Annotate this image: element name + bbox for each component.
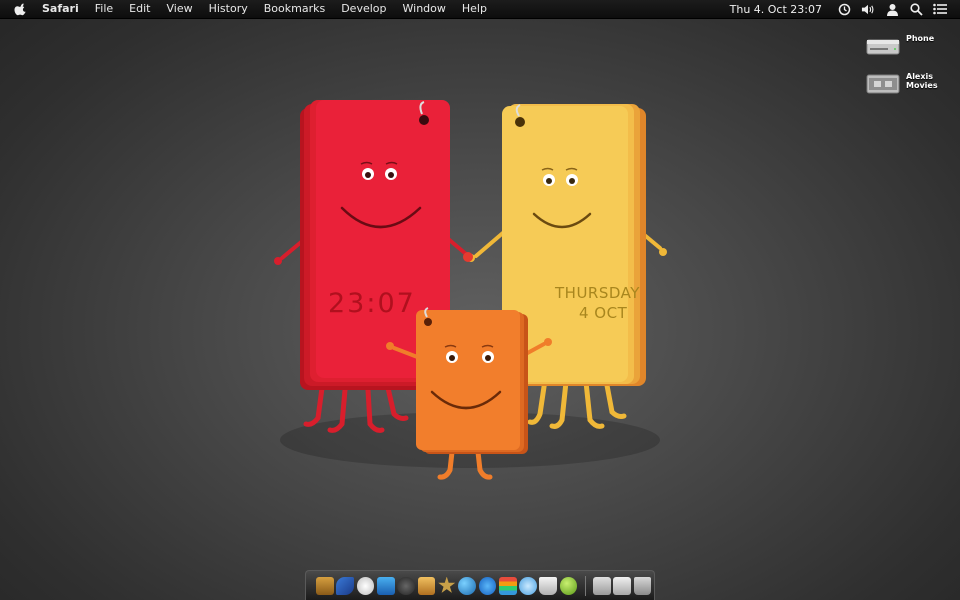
star-icon[interactable] — [438, 576, 456, 593]
menu-file[interactable]: File — [87, 0, 121, 18]
documents-stack-icon[interactable] — [593, 576, 611, 595]
wallpaper: 23:07 THURSDAY 4 OCT — [274, 100, 667, 480]
app-store-icon[interactable] — [478, 576, 497, 595]
desktop-icon-label: Phone — [906, 34, 935, 43]
menu-bar: Safari File Edit View History Bookmarks … — [0, 0, 960, 19]
downloads-stack-icon[interactable] — [613, 576, 632, 595]
menu-develop[interactable]: Develop — [333, 0, 394, 18]
volume-icon[interactable] — [861, 2, 875, 16]
menubar-clock[interactable]: Thu 4. Oct 23:07 — [730, 3, 822, 16]
photo-booth-icon[interactable] — [316, 576, 334, 595]
coffee-cup-icon[interactable] — [539, 576, 558, 595]
messages-icon[interactable] — [519, 576, 537, 595]
mail-stamp-icon[interactable] — [417, 576, 436, 595]
wallpaper-day: THURSDAY — [554, 284, 640, 302]
menu-app-name[interactable]: Safari — [38, 0, 87, 18]
apple-store-icon[interactable] — [498, 576, 517, 595]
user-icon[interactable] — [885, 2, 899, 16]
menu-window[interactable]: Window — [395, 0, 454, 18]
hard-drive-icon — [866, 39, 900, 55]
safari-compass-icon[interactable] — [356, 576, 375, 595]
notification-list-icon[interactable] — [933, 2, 947, 16]
external-drive-icon — [866, 74, 900, 94]
green-ball-icon[interactable] — [559, 576, 578, 595]
globe-icon[interactable] — [458, 576, 476, 595]
held-hands — [463, 252, 473, 262]
menu-edit[interactable]: Edit — [121, 0, 158, 18]
wallpaper-date: 4 OCT — [579, 304, 628, 322]
dock-separator — [585, 575, 587, 596]
menu-history[interactable]: History — [201, 0, 256, 18]
spotlight-search-icon[interactable] — [909, 2, 923, 16]
wallpaper-time: 23:07 — [328, 288, 416, 319]
desktop-icon-phone[interactable]: Phone — [866, 34, 960, 56]
menu-help[interactable]: Help — [454, 0, 495, 18]
menu-bookmarks[interactable]: Bookmarks — [256, 0, 333, 18]
desktop-icon-alexis-movies[interactable]: Alexis Movies — [866, 72, 960, 94]
dock — [305, 570, 655, 600]
itunes-icon[interactable] — [376, 576, 395, 595]
feather-icon[interactable] — [336, 576, 355, 595]
trash-icon[interactable] — [633, 576, 652, 595]
time-machine-icon[interactable] — [837, 2, 851, 16]
camera-icon[interactable] — [397, 576, 415, 595]
desktop-icon-label: Alexis Movies — [906, 72, 938, 90]
apple-logo-icon[interactable] — [14, 2, 28, 16]
menu-view[interactable]: View — [158, 0, 200, 18]
